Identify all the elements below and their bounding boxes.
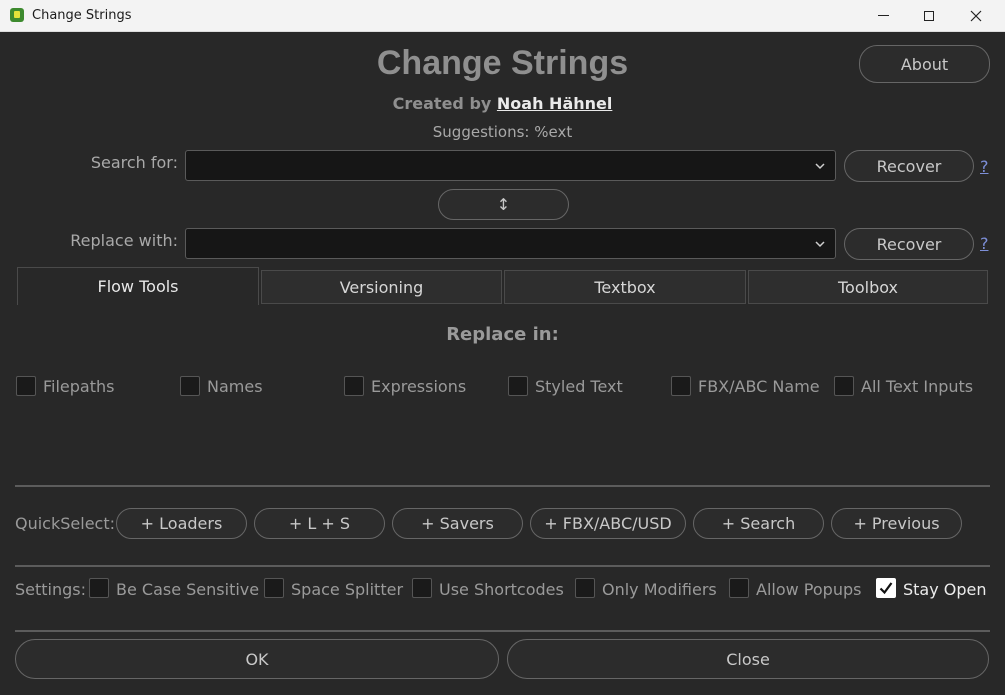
styled-text-label: Styled Text — [535, 377, 623, 396]
divider — [15, 485, 990, 487]
search-label: Search for: — [90, 153, 178, 172]
filepaths-checkbox[interactable] — [16, 376, 36, 396]
close-button[interactable]: Close — [507, 639, 989, 679]
chevron-down-icon[interactable] — [815, 239, 825, 249]
expressions-checkbox[interactable] — [344, 376, 364, 396]
replace-recover-button[interactable]: Recover — [844, 228, 974, 260]
close-icon — [970, 10, 982, 21]
credits: Created by Noah Hähnel — [0, 94, 1005, 113]
about-button[interactable]: About — [859, 45, 990, 83]
tab-versioning[interactable]: Versioning — [261, 270, 502, 304]
filepaths-label: Filepaths — [43, 377, 115, 396]
only-modifiers-label: Only Modifiers — [602, 580, 717, 599]
ok-button[interactable]: OK — [15, 639, 499, 679]
stay-open-label: Stay Open — [903, 580, 987, 599]
names-checkbox[interactable] — [180, 376, 200, 396]
settings-label: Settings: — [15, 580, 87, 599]
fbx-abc-name-checkbox[interactable] — [671, 376, 691, 396]
quickselect-label: QuickSelect: — [15, 514, 115, 533]
search-combobox[interactable] — [185, 150, 836, 181]
all-text-inputs-label: All Text Inputs — [861, 377, 974, 396]
fbx-abc-name-label: FBX/ABC Name — [698, 377, 820, 396]
chevron-down-icon[interactable] — [815, 161, 825, 171]
author-link[interactable]: Noah Hähnel — [497, 94, 612, 113]
quickselect-previous-button[interactable]: + Previous — [831, 508, 962, 539]
quickselect-search-button[interactable]: + Search — [693, 508, 824, 539]
quickselect-loaders-button[interactable]: + Loaders — [116, 508, 247, 539]
case-sensitive-checkbox[interactable] — [89, 578, 109, 598]
replace-combobox[interactable] — [185, 228, 836, 259]
use-shortcodes-label: Use Shortcodes — [439, 580, 564, 599]
stay-open-checkbox[interactable] — [876, 578, 896, 598]
minimize-button[interactable] — [860, 0, 906, 31]
suggestions-text: Suggestions: %ext — [432, 123, 573, 141]
styled-text-checkbox[interactable] — [508, 376, 528, 396]
checkmark-icon — [879, 582, 893, 595]
page-title: Change Strings — [376, 44, 629, 82]
swap-vertical-icon: ↕ — [496, 195, 511, 214]
quickselect-l-s-button[interactable]: + L + S — [254, 508, 385, 539]
tab-flow-tools[interactable]: Flow Tools — [17, 267, 259, 305]
search-help-link[interactable]: ? — [980, 157, 989, 176]
credits-prefix: Created by — [392, 94, 492, 113]
tab-toolbox[interactable]: Toolbox — [748, 270, 988, 304]
title-bar[interactable]: Change Strings — [0, 0, 1005, 32]
allow-popups-label: Allow Popups — [756, 580, 862, 599]
replace-in-heading: Replace in: — [446, 324, 559, 345]
tab-textbox[interactable]: Textbox — [504, 270, 746, 304]
minimize-icon — [877, 15, 889, 16]
replace-label: Replace with: — [70, 231, 178, 250]
replace-help-link[interactable]: ? — [980, 234, 989, 253]
divider — [15, 630, 990, 632]
space-splitter-label: Space Splitter — [291, 580, 404, 599]
names-label: Names — [207, 377, 263, 396]
all-text-inputs-checkbox[interactable] — [834, 376, 854, 396]
maximize-button[interactable] — [906, 0, 952, 31]
search-recover-button[interactable]: Recover — [844, 150, 974, 182]
space-splitter-checkbox[interactable] — [264, 578, 284, 598]
allow-popups-checkbox[interactable] — [729, 578, 749, 598]
window-title: Change Strings — [32, 8, 132, 23]
use-shortcodes-checkbox[interactable] — [412, 578, 432, 598]
case-sensitive-label: Be Case Sensitive — [116, 580, 260, 599]
quickselect-savers-button[interactable]: + Savers — [392, 508, 523, 539]
divider — [15, 565, 990, 567]
app-icon — [10, 8, 24, 22]
maximize-icon — [924, 10, 934, 21]
app-window: Change Strings Change Strings About Crea… — [0, 0, 1005, 695]
only-modifiers-checkbox[interactable] — [575, 578, 595, 598]
window-close-button[interactable] — [953, 0, 999, 31]
quickselect-fbx-abc-usd-button[interactable]: + FBX/ABC/USD — [530, 508, 686, 539]
swap-button[interactable]: ↕ — [438, 189, 569, 220]
expressions-label: Expressions — [371, 377, 467, 396]
